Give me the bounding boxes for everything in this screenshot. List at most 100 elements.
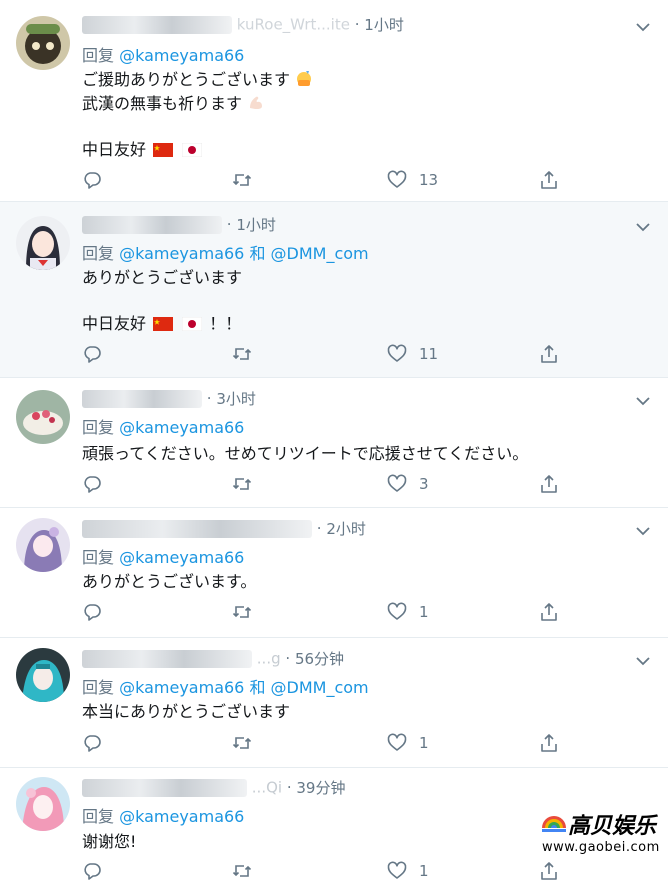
reply-button[interactable] [82,859,102,883]
like-icon [387,170,407,188]
share-button[interactable] [539,342,559,366]
tweet-time[interactable]: 1小时 [364,16,404,34]
like-button[interactable]: 11 [387,342,438,366]
retweet-button[interactable] [232,731,252,755]
author-name-blurred[interactable] [82,389,202,408]
like-button[interactable]: 3 [387,472,429,496]
flexed-biceps-emoji-icon [250,96,263,109]
author-name[interactable]: kuRoe_Wrt...ite [237,16,350,34]
share-icon [541,475,557,493]
tweet-time[interactable]: 3小时 [216,390,256,408]
reply-mentions[interactable]: @kameyama66 和 @DMM_com [119,244,369,263]
reply-to: 回复 @kameyama66 [82,42,244,66]
tweet-text-line: 武漢の無事も祈ります [82,90,265,114]
retweet-icon [232,865,252,877]
author-name-blurred[interactable] [82,519,312,538]
reply-mentions[interactable]: @kameyama66 和 @DMM_com [119,678,369,697]
reply-icon [84,863,101,880]
retweet-icon [232,737,252,749]
caret-down-icon[interactable] [634,522,652,540]
tweet-time[interactable]: 2小时 [326,520,366,538]
tweet-actions: 1 [82,731,572,755]
share-button[interactable] [539,168,559,192]
like-count: 11 [419,345,439,363]
tweet-text-line: ありがとうございます [82,264,242,288]
author-name-blurred[interactable] [82,778,247,797]
share-button[interactable] [539,600,559,624]
reply-mentions[interactable]: @kameyama66 [119,418,244,437]
tweet-time[interactable]: 1小时 [236,216,276,234]
tweet-text: ！！ [209,314,242,333]
bow-emoji-icon [297,71,312,86]
author-name[interactable]: ...Qi [252,779,282,797]
tweet-header: · 3小时 [82,388,256,410]
retweet-icon [232,348,252,360]
avatar[interactable] [16,16,70,70]
caret-down-icon[interactable] [634,392,652,410]
avatar[interactable] [16,390,70,444]
avatar[interactable] [16,777,70,831]
share-icon [541,734,557,752]
tweet-time[interactable]: 56分钟 [295,650,344,668]
china-flag-icon [153,143,174,157]
reply-mentions[interactable]: @kameyama66 [119,807,244,826]
like-icon [387,733,407,751]
watermark-url: www.gaobei.com [542,840,660,855]
share-button[interactable] [539,731,559,755]
tweet[interactable]: · 2小时 回复 @kameyama66 ありがとうございます。 1 [0,508,668,638]
retweet-button[interactable] [232,342,252,366]
share-button[interactable] [539,859,559,883]
reply-mentions[interactable]: @kameyama66 [119,46,244,65]
share-button[interactable] [539,472,559,496]
retweet-icon [232,606,252,618]
author-name-blurred[interactable] [82,15,232,34]
caret-down-icon[interactable] [634,18,652,36]
caret-down-icon[interactable] [634,218,652,236]
reply-to: 回复 @kameyama66 [82,414,244,438]
avatar[interactable] [16,648,70,702]
author-name-blurred[interactable] [82,649,252,668]
reply-button[interactable] [82,472,102,496]
retweet-icon [232,478,252,490]
reply-prefix: 回复 [82,244,115,263]
like-button[interactable]: 1 [387,731,429,755]
tweet-actions: 11 [82,342,572,366]
avatar[interactable] [16,216,70,270]
tweet[interactable]: · 3小时 回复 @kameyama66 頑張ってください。せめてリツイートで応… [0,378,668,508]
retweet-button[interactable] [232,600,252,624]
tweet[interactable]: · 1小时 回复 @kameyama66 和 @DMM_com ありがとうござい… [0,202,668,378]
retweet-button[interactable] [232,472,252,496]
like-button[interactable]: 1 [387,859,429,883]
reply-prefix: 回复 [82,807,115,826]
tweet-text-line: ご援助ありがとうございます [82,66,313,90]
like-count: 1 [419,862,429,880]
tweet[interactable]: ...g · 56分钟 回复 @kameyama66 和 @DMM_com 本当… [0,638,668,768]
like-button[interactable]: 1 [387,600,429,624]
share-icon [541,862,557,880]
author-name[interactable]: ...g [257,650,281,668]
author-name-blurred[interactable] [82,215,222,234]
caret-down-icon[interactable] [634,652,652,670]
retweet-button[interactable] [232,859,252,883]
reply-button[interactable] [82,168,102,192]
retweet-button[interactable] [232,168,252,192]
tweet-header: ...g · 56分钟 [82,648,344,670]
reply-button[interactable] [82,600,102,624]
watermark: 高贝娱乐 www.gaobei.com [538,806,660,862]
reply-icon [84,172,101,189]
like-count: 1 [419,734,429,752]
tweet[interactable]: kuRoe_Wrt...ite · 1小时 回复 @kameyama66 ご援助… [0,0,668,202]
watermark-title: 高贝娱乐 [568,813,657,839]
avatar[interactable] [16,518,70,572]
tweet-text-line: 谢谢您! [82,828,136,852]
like-button[interactable]: 13 [387,168,438,192]
tweet-time[interactable]: 39分钟 [296,779,345,797]
tweet-header: kuRoe_Wrt...ite · 1小时 [82,14,404,36]
tweet-text: 中日友好 [82,314,147,333]
reply-mentions[interactable]: @kameyama66 [119,548,244,567]
reply-to: 回复 @kameyama66 和 @DMM_com [82,674,369,698]
reply-button[interactable] [82,731,102,755]
reply-prefix: 回复 [82,678,115,697]
tweet-text-line: 本当にありがとうございます [82,698,290,722]
reply-button[interactable] [82,342,102,366]
